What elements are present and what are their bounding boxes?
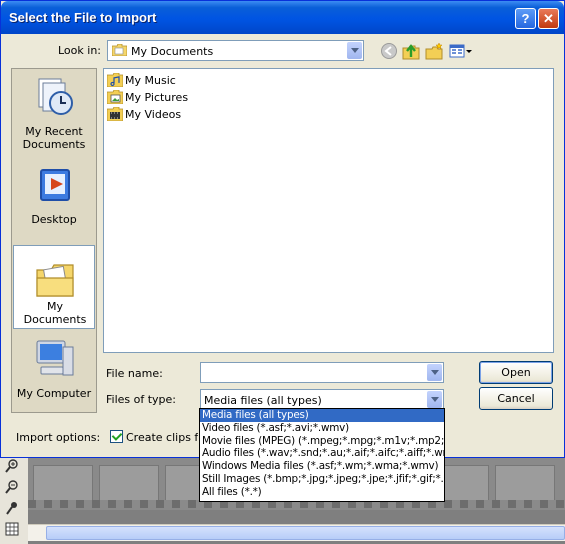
chevron-down-icon[interactable] xyxy=(427,391,442,408)
file-name-field[interactable] xyxy=(200,362,444,383)
files-of-type-label: Files of type: xyxy=(106,393,177,406)
chevron-down-icon[interactable] xyxy=(427,364,442,381)
close-button[interactable]: ✕ xyxy=(538,8,559,29)
file-list[interactable]: My Music My Pictures My Videos xyxy=(103,68,554,353)
back-icon[interactable] xyxy=(380,42,398,60)
timeline-frame xyxy=(33,465,93,503)
place-my-computer[interactable]: My Computer xyxy=(13,337,95,403)
dropdown-option[interactable]: Movie files (MPEG) (*.mpeg;*.mpg;*.m1v;*… xyxy=(200,435,444,448)
views-menu-icon[interactable] xyxy=(449,42,473,60)
place-desktop[interactable]: Desktop xyxy=(13,164,95,232)
folder-pictures-icon xyxy=(107,90,123,104)
create-clips-checkbox[interactable] xyxy=(110,430,123,443)
files-of-type-dropdown-list[interactable]: Media files (all types) Video files (*.a… xyxy=(199,408,445,502)
files-of-type-value: Media files (all types) xyxy=(204,394,322,407)
microphone-icon[interactable] xyxy=(5,501,19,515)
place-my-documents-label: My Documents xyxy=(23,300,87,326)
dropdown-option[interactable]: All files (*.*) xyxy=(200,486,444,499)
file-name: My Music xyxy=(125,73,176,87)
list-item[interactable]: My Videos xyxy=(107,106,181,122)
scrollbar-thumb[interactable] xyxy=(46,526,565,540)
dropdown-option[interactable]: Windows Media files (*.asf;*.wm;*.wma;*.… xyxy=(200,460,444,473)
dialog-title: Select the File to Import xyxy=(9,10,157,25)
file-import-dialog: Select the File to Import ? ✕ Look in: M… xyxy=(0,0,565,458)
timeline-frame xyxy=(99,465,159,503)
files-of-type-select[interactable]: Media files (all types) xyxy=(200,389,444,410)
title-bar[interactable]: Select the File to Import ? ✕ xyxy=(1,1,564,34)
dropdown-option[interactable]: Video files (*.asf;*.avi;*.wmv) xyxy=(200,422,444,435)
horizontal-scrollbar[interactable] xyxy=(28,524,565,541)
folder-videos-icon xyxy=(107,107,123,121)
place-my-computer-label: My Computer xyxy=(16,387,92,400)
look-in-value: My Documents xyxy=(131,45,214,58)
storyboard-icon[interactable] xyxy=(5,522,19,536)
look-in-combo[interactable]: My Documents xyxy=(107,40,364,61)
open-button[interactable]: Open xyxy=(479,361,553,384)
new-folder-icon[interactable] xyxy=(425,42,443,60)
my-computer-icon xyxy=(36,340,74,376)
zoom-in-icon[interactable] xyxy=(5,459,19,473)
list-item[interactable]: My Pictures xyxy=(107,89,188,105)
file-name: My Pictures xyxy=(125,90,189,104)
look-in-label: Look in: xyxy=(58,44,101,57)
my-documents-icon xyxy=(36,264,74,297)
folder-music-icon xyxy=(107,73,123,87)
zoom-out-icon[interactable] xyxy=(5,480,19,494)
place-recent-label: My Recent Documents xyxy=(22,125,86,151)
timeline-frame xyxy=(495,465,555,503)
place-my-documents[interactable]: My Documents xyxy=(13,245,95,329)
chevron-down-icon[interactable] xyxy=(347,42,362,59)
dropdown-option[interactable]: Media files (all types) xyxy=(200,409,444,422)
place-desktop-label: Desktop xyxy=(31,213,77,226)
dropdown-option[interactable]: Audio files (*.wav;*.snd;*.au;*.aif;*.ai… xyxy=(200,447,444,460)
file-name: My Videos xyxy=(125,107,182,121)
list-item[interactable]: My Music xyxy=(107,72,176,88)
import-options-label: Import options: xyxy=(16,431,101,444)
up-folder-icon[interactable] xyxy=(402,42,420,60)
place-recent-documents[interactable]: My Recent Documents xyxy=(13,75,95,157)
places-bar: My Recent Documents Desktop My Documents xyxy=(11,68,97,413)
help-button[interactable]: ? xyxy=(515,8,536,29)
my-documents-small-icon xyxy=(112,44,127,56)
file-name-label: File name: xyxy=(106,367,163,380)
cancel-button[interactable]: Cancel xyxy=(479,387,553,410)
desktop-icon xyxy=(40,169,70,201)
create-clips-label: Create clips for xyxy=(126,431,198,444)
recent-documents-icon xyxy=(38,78,73,115)
timeline-toolbar xyxy=(0,458,28,544)
dropdown-option[interactable]: Still Images (*.bmp;*.jpg;*.jpeg;*.jpe;*… xyxy=(200,473,444,486)
